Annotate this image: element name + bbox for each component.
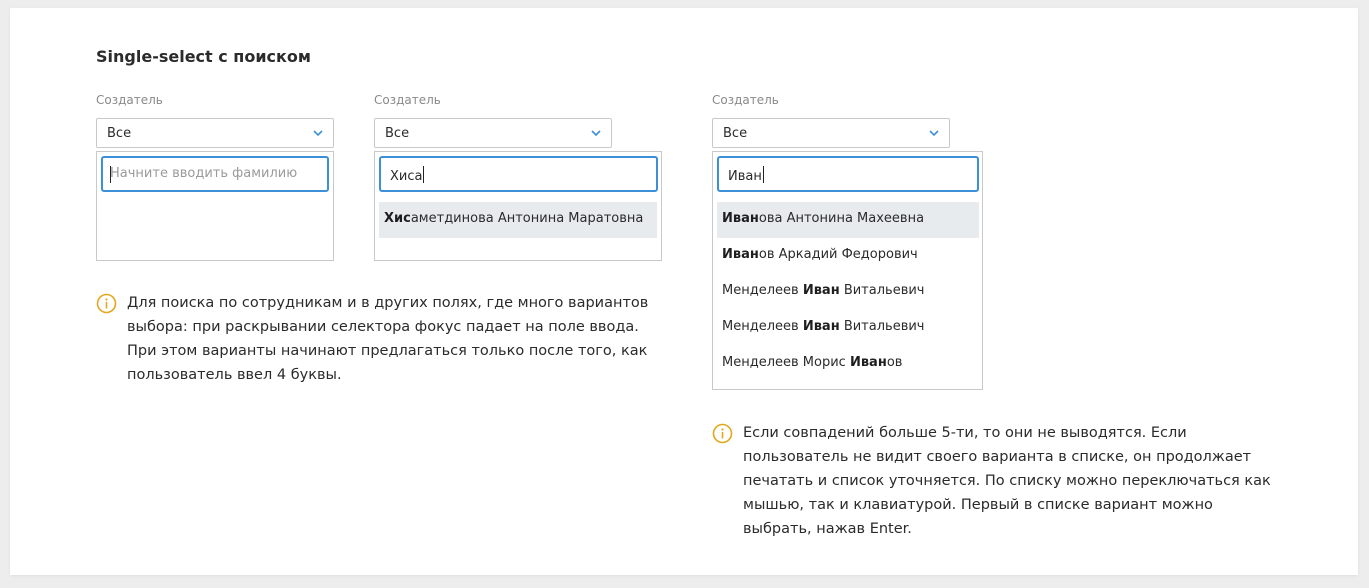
chevron-down-icon [591,130,601,137]
info-icon [96,293,117,314]
note-line: выбрать, нажав Enter. [743,521,912,537]
search-value: Иван [728,166,764,184]
option-item[interactable]: Иванов Аркадий Федорович [717,238,979,274]
dropdown-panel-2: Хиса Хисаметдинова Антонина Маратовна [374,151,662,261]
section-title: Single-select с поиском [96,47,311,66]
option-item[interactable]: Иванова Антонина Махеевна [717,202,979,238]
chevron-down-icon [313,130,323,137]
info-note-left: Для поиска по сотрудникам и в других пол… [127,291,648,387]
text-caret [110,166,111,183]
search-input-3[interactable]: Иван [717,156,979,192]
creator-select-2[interactable]: Все [374,118,612,148]
select-value: Все [723,126,748,141]
info-icon [712,423,733,444]
search-value: Хиса [390,166,425,184]
note-line: пользователь не видит своего варианта в … [743,449,1252,465]
note-line: мышью, так и клавиатурой. Первый в списк… [743,497,1213,513]
field-label-creator-3: Создатель [712,93,779,107]
note-line: пользователь ввел 4 буквы. [127,367,342,383]
search-input-2[interactable]: Хиса [379,156,658,192]
note-line: Для поиска по сотрудникам и в других пол… [127,295,649,311]
note-line: выбора: при раскрывании селектора фокус … [127,319,639,335]
select-value: Все [107,126,132,141]
info-note-right: Если совпадений больше 5-ти, то они не в… [743,421,1271,541]
option-item[interactable]: Хисаметдинова Антонина Маратовна [379,202,657,238]
dropdown-panel-1: Начните вводить фамилию [96,151,334,261]
option-item[interactable]: Менделеев Иван Витальевич [717,310,979,346]
creator-select-1[interactable]: Все [96,118,334,148]
creator-select-3[interactable]: Все [712,118,950,148]
note-line: Если совпадений больше 5-ти, то они не в… [743,425,1187,441]
option-item[interactable]: Менделеев Иван Витальевич [717,274,979,310]
search-placeholder: Начните вводить фамилию [110,166,298,181]
field-label-creator-1: Создатель [96,93,163,107]
text-caret [762,166,764,183]
field-label-creator-2: Создатель [374,93,441,107]
note-line: При этом варианты начинают предлагаться … [127,343,648,359]
chevron-down-icon [929,130,939,137]
note-line: печатать и список уточняется. По списку … [743,473,1271,489]
text-caret [423,166,425,183]
option-item[interactable]: Менделеев Морис Иванов [717,346,979,382]
select-value: Все [385,126,410,141]
search-input-1[interactable]: Начните вводить фамилию [101,156,329,192]
dropdown-panel-3: Иван Иванова Антонина Махеевна Иванов Ар… [712,151,983,390]
